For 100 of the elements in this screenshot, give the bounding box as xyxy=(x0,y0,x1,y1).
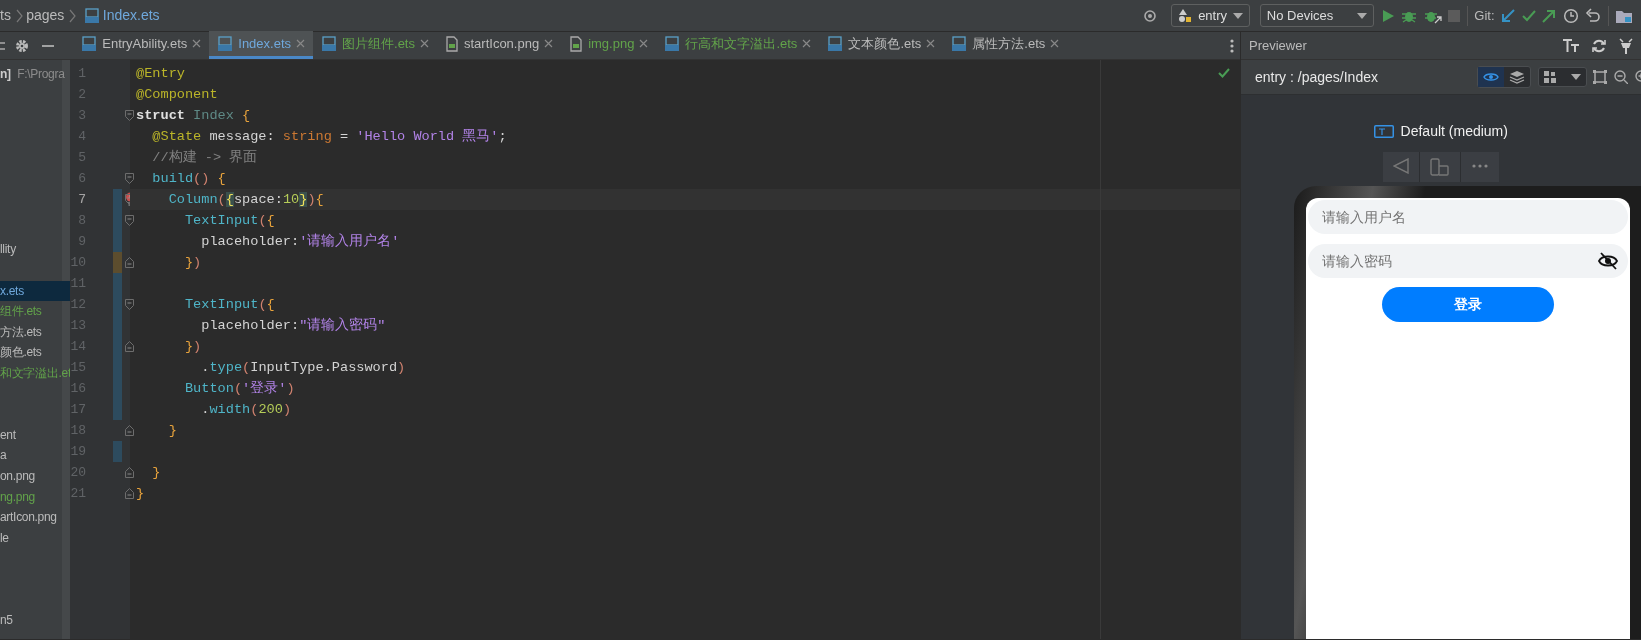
file-icon xyxy=(217,35,234,52)
tree-item[interactable]: le xyxy=(0,527,70,548)
editor-tab[interactable]: 文本颜色.ets xyxy=(819,31,944,59)
input-field[interactable]: 请输入用户名 xyxy=(1308,200,1628,234)
editor-tab[interactable]: 行高和文字溢出.ets xyxy=(656,31,820,59)
tree-item[interactable]: 和文字溢出.et xyxy=(0,363,70,383)
target-icon[interactable] xyxy=(1142,7,1159,24)
line-number: 7 xyxy=(78,191,86,210)
project-name: n] xyxy=(0,66,11,83)
code-line: placeholder:'请输入用户名' xyxy=(200,232,400,252)
code-line: Column({space:10}){ xyxy=(167,191,324,210)
editor-tab[interactable]: Index.ets xyxy=(209,31,314,59)
breadcrumb-item[interactable]: pages xyxy=(26,5,65,26)
tree-item[interactable]: n5 xyxy=(0,610,70,631)
editor-tab[interactable]: img.png xyxy=(561,31,657,59)
editor-tab[interactable]: startIcon.png xyxy=(437,31,562,59)
tree-item[interactable]: ent xyxy=(0,424,70,445)
fold-icon[interactable] xyxy=(125,110,134,122)
layers-icon[interactable] xyxy=(1509,70,1525,84)
history-icon[interactable] xyxy=(1562,7,1579,24)
zoom-out-icon[interactable] xyxy=(1613,70,1628,84)
rotate-device-icon[interactable] xyxy=(1430,158,1450,176)
tree-item[interactable]: x.ets xyxy=(0,280,70,301)
back-icon[interactable] xyxy=(1393,158,1409,174)
undo-icon[interactable] xyxy=(1585,7,1601,24)
push-arrow-icon[interactable] xyxy=(1542,8,1556,23)
caret-icon xyxy=(1233,12,1244,19)
tree-item[interactable]: 组件.ets xyxy=(0,301,70,322)
frame-icon[interactable] xyxy=(1593,70,1607,84)
eye-icon[interactable] xyxy=(1483,70,1499,84)
unfold-icon[interactable] xyxy=(125,467,134,479)
code-line: TextInput({ xyxy=(183,212,275,231)
plug-icon[interactable] xyxy=(1619,37,1633,54)
file-icon xyxy=(81,35,98,52)
unfold-icon[interactable] xyxy=(125,425,134,437)
shapes-icon xyxy=(1178,8,1193,23)
breadcrumb-item[interactable]: ts xyxy=(0,5,11,26)
login-button[interactable]: 登录 xyxy=(1382,287,1554,322)
settings-icon[interactable] xyxy=(15,38,29,53)
caret-icon xyxy=(1570,74,1581,80)
checkmark-icon[interactable] xyxy=(1521,8,1536,23)
code-line: struct Index { xyxy=(136,107,251,126)
collapse-icon[interactable] xyxy=(0,39,6,52)
layout-dropdown[interactable] xyxy=(1537,67,1587,87)
git-label: Git: xyxy=(1474,6,1495,25)
editor-tab[interactable]: 属性方法.ets xyxy=(943,31,1068,59)
tree-item[interactable]: ng.png xyxy=(0,486,70,507)
close-icon[interactable] xyxy=(926,39,936,48)
unfold-icon[interactable] xyxy=(125,488,134,500)
code-line: TextInput({ xyxy=(183,296,275,315)
tree-item[interactable]: 方法.ets xyxy=(0,321,70,342)
close-icon[interactable] xyxy=(420,39,429,48)
chevron-icon xyxy=(14,8,23,23)
fold-icon[interactable] xyxy=(125,173,134,185)
zoom-in-icon[interactable] xyxy=(1634,70,1641,84)
unfold-icon[interactable] xyxy=(125,257,134,269)
input-field[interactable]: 请输入密码 xyxy=(1308,244,1628,278)
code-line: }) xyxy=(183,338,202,357)
code-line: placeholder:"请输入密码" xyxy=(200,316,386,336)
editor-tab[interactable]: 图片组件.ets xyxy=(313,31,437,59)
close-icon[interactable] xyxy=(1050,39,1060,48)
image-file-icon xyxy=(445,35,459,52)
close-icon[interactable] xyxy=(802,39,812,48)
code-line: .type(InputType.Password) xyxy=(200,359,406,378)
close-icon[interactable] xyxy=(296,39,306,48)
close-icon[interactable] xyxy=(544,39,554,48)
tree-item[interactable]: llity xyxy=(0,239,70,260)
tree-item[interactable]: on.png xyxy=(0,466,70,486)
fold-icon[interactable] xyxy=(125,299,134,311)
image-file-icon xyxy=(569,35,584,52)
device-label: Default (medium) xyxy=(1400,122,1508,141)
device-icon xyxy=(1374,125,1395,138)
tree-item[interactable]: a xyxy=(0,445,70,466)
device-dropdown[interactable]: No Devices xyxy=(1259,4,1375,27)
close-icon[interactable] xyxy=(192,39,202,48)
file-icon xyxy=(321,35,338,52)
run-config-dropdown[interactable]: entry xyxy=(1171,4,1251,27)
tree-item[interactable]: 颜色.ets xyxy=(0,342,70,363)
code-line: } xyxy=(136,485,145,504)
unfold-icon[interactable] xyxy=(125,341,134,353)
eye-off-icon[interactable] xyxy=(1598,252,1618,270)
close-icon[interactable] xyxy=(639,39,649,48)
code-line: build() { xyxy=(151,170,226,189)
file-icon xyxy=(951,35,968,52)
chevron-icon xyxy=(68,8,77,23)
update-arrow-icon[interactable] xyxy=(1501,8,1515,23)
code-line: @Component xyxy=(136,86,218,105)
refresh-icon[interactable] xyxy=(1592,38,1606,53)
font-size-icon[interactable] xyxy=(1563,38,1579,53)
panel-title: Previewer xyxy=(1249,36,1307,55)
code-line: }) xyxy=(183,254,202,273)
run-icon[interactable] xyxy=(1380,8,1395,23)
fold-icon[interactable] xyxy=(125,215,134,227)
tree-item[interactable]: artIcon.png xyxy=(0,507,70,528)
code-line: Button('登录') xyxy=(183,380,295,399)
device-label: No Devices xyxy=(1266,6,1334,25)
editor-tab[interactable]: EntryAbility.ets xyxy=(73,31,210,59)
breadcrumb-item[interactable]: Index.ets xyxy=(102,5,160,26)
more-icon[interactable] xyxy=(1229,38,1234,53)
page-path: entry : /pages/Index xyxy=(1255,67,1378,87)
